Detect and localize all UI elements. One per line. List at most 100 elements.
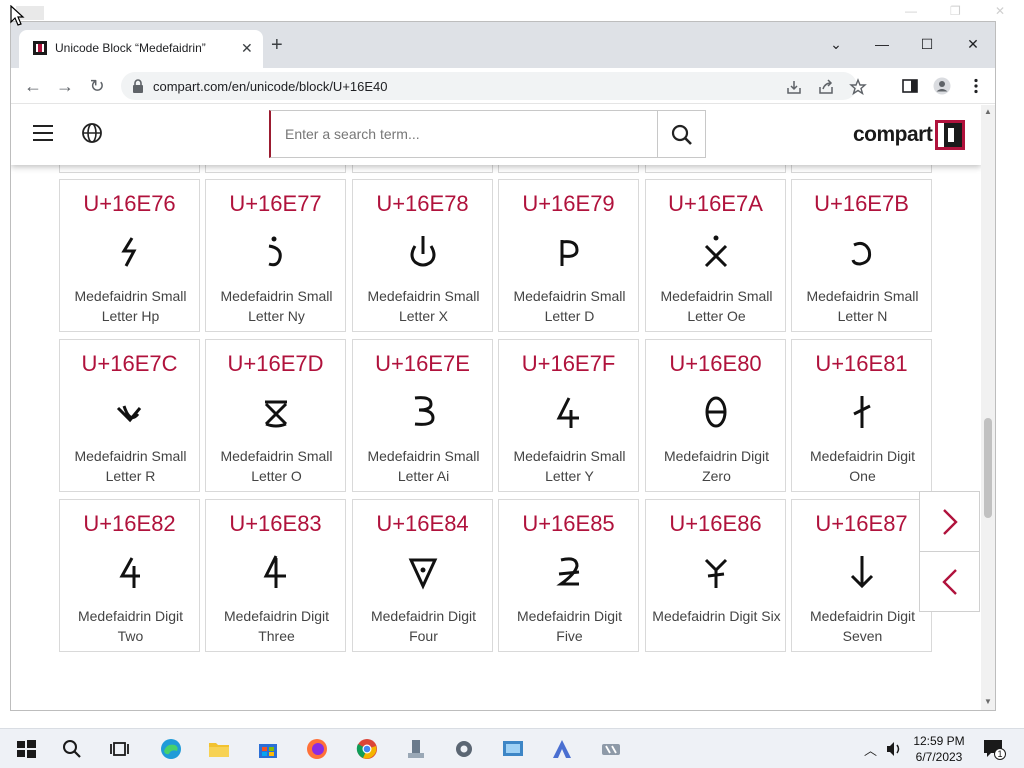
volume-icon[interactable] xyxy=(884,739,904,759)
character-cell[interactable]: U+16E80 Medefaidrin Digit Zero xyxy=(645,339,786,492)
code-point-link[interactable]: U+16E7C xyxy=(60,351,199,377)
edge-browser-icon[interactable] xyxy=(159,737,183,761)
tab-search-chevron-icon[interactable]: ⌄ xyxy=(826,34,846,54)
code-point-link[interactable]: U+16E82 xyxy=(60,511,199,537)
character-cell[interactable]: U+16E83 Medefaidrin Digit Three xyxy=(205,499,346,652)
bookmark-star-icon[interactable] xyxy=(849,78,867,96)
microsoft-store-icon[interactable] xyxy=(256,737,280,761)
code-point-link[interactable]: U+16E7B xyxy=(792,191,931,217)
code-point-link[interactable]: U+16E7E xyxy=(353,351,492,377)
clock-date: 6/7/2023 xyxy=(915,750,963,764)
browser-window: Unicode Block “Medefaidrin” ✕ + ⌄ — ☐ ✕ … xyxy=(10,21,996,711)
address-bar[interactable]: compart.com/en/unicode/block/U+16E40 xyxy=(121,72,867,100)
site-search-box xyxy=(269,110,706,158)
character-cell[interactable]: U+16E87 Medefaidrin Digit Seven xyxy=(791,499,932,652)
code-point-link[interactable]: U+16E76 xyxy=(60,191,199,217)
character-cell[interactable]: U+16E7D Medefaidrin Small Letter O xyxy=(205,339,346,492)
next-page-button[interactable] xyxy=(919,491,980,552)
new-tab-button[interactable]: + xyxy=(271,35,283,55)
reload-button[interactable]: ↻ xyxy=(85,74,109,98)
code-point-link[interactable]: U+16E7D xyxy=(206,351,345,377)
code-point-link[interactable]: U+16E87 xyxy=(792,511,931,537)
tab-medefaidrin[interactable]: Unicode Block “Medefaidrin” ✕ xyxy=(19,30,263,68)
character-cell[interactable]: U+16E7C Medefaidrin Small Letter R xyxy=(59,339,200,492)
site-header: compart xyxy=(11,105,981,165)
glyph-four-icon xyxy=(408,558,437,590)
profile-avatar-icon[interactable] xyxy=(933,77,951,95)
code-point-link[interactable]: U+16E7A xyxy=(646,191,785,217)
code-point-link[interactable]: U+16E85 xyxy=(499,511,638,537)
character-cell[interactable]: U+16E86 Medefaidrin Digit Six xyxy=(645,499,786,652)
character-name: Medefaidrin Small Letter Y xyxy=(513,448,626,484)
character-cell[interactable]: U+16E76 Medefaidrin Small Letter Hp xyxy=(59,179,200,332)
hamburger-menu-icon[interactable] xyxy=(33,125,53,141)
lock-icon xyxy=(133,79,143,93)
character-name: Medefaidrin Small Letter O xyxy=(220,448,333,484)
settings-gear-icon[interactable] xyxy=(452,737,476,761)
code-point-link[interactable]: U+16E81 xyxy=(792,351,931,377)
glyph-three-icon xyxy=(263,555,286,588)
character-cell[interactable]: U+16E82 Medefaidrin Digit Two xyxy=(59,499,200,652)
file-explorer-icon[interactable] xyxy=(207,737,231,761)
maximize-button[interactable]: ☐ xyxy=(917,34,937,54)
chrome-icon[interactable] xyxy=(355,737,379,761)
scrollbar-thumb[interactable] xyxy=(984,418,992,518)
code-point-link[interactable]: U+16E77 xyxy=(206,191,345,217)
search-icon xyxy=(671,124,692,145)
character-cell[interactable]: U+16E7B Medefaidrin Small Letter N xyxy=(791,179,932,332)
character-cell[interactable]: U+16E84 Medefaidrin Digit Four xyxy=(352,499,493,652)
glyph-hp-icon xyxy=(120,237,136,267)
back-button[interactable]: ← xyxy=(21,74,45,98)
control-panel-icon[interactable] xyxy=(501,737,525,761)
taskbar-clock[interactable]: 12:59 PM 6/7/2023 xyxy=(906,733,972,765)
browser-menu-icon[interactable] xyxy=(967,77,985,95)
code-point-link[interactable]: U+16E7F xyxy=(499,351,638,377)
character-cell[interactable]: U+16E79 Medefaidrin Small Letter D xyxy=(498,179,639,332)
code-point-link[interactable]: U+16E83 xyxy=(206,511,345,537)
search-taskbar-icon[interactable] xyxy=(60,737,84,761)
side-panel-icon[interactable] xyxy=(901,77,919,95)
glyph-ai-icon xyxy=(414,396,435,426)
chevron-right-icon xyxy=(943,509,958,535)
character-cell[interactable]: U+16E7F Medefaidrin Small Letter Y xyxy=(498,339,639,492)
language-globe-icon[interactable] xyxy=(81,122,103,144)
previous-page-button[interactable] xyxy=(919,551,980,612)
character-cell[interactable]: U+16E85 Medefaidrin Digit Five xyxy=(498,499,639,652)
scroll-up-icon[interactable]: ▲ xyxy=(983,107,993,117)
character-cell[interactable]: U+16E81 Medefaidrin Digit One xyxy=(791,339,932,492)
task-view-icon[interactable] xyxy=(107,737,131,761)
close-window-button[interactable]: ✕ xyxy=(963,34,983,54)
character-cell[interactable]: U+16E78 Medefaidrin Small Letter X xyxy=(352,179,493,332)
forward-button[interactable]: → xyxy=(53,74,77,98)
mouse-cursor-icon xyxy=(10,5,25,26)
minimize-button[interactable]: — xyxy=(872,34,892,54)
character-name: Medefaidrin Digit Seven xyxy=(809,608,916,644)
code-point-link[interactable]: U+16E80 xyxy=(646,351,785,377)
app-a-icon[interactable] xyxy=(550,737,574,761)
search-button[interactable] xyxy=(657,111,705,157)
code-point-link[interactable]: U+16E86 xyxy=(646,511,785,537)
firefox-icon[interactable] xyxy=(305,737,329,761)
character-cell[interactable]: U+16E7A Medefaidrin Small Letter Oe xyxy=(645,179,786,332)
glyph-two-icon xyxy=(118,557,140,588)
character-cell[interactable]: U+16E7E Medefaidrin Small Letter Ai xyxy=(352,339,493,492)
character-cell[interactable]: U+16E77 Medefaidrin Small Letter Ny xyxy=(205,179,346,332)
search-input[interactable] xyxy=(285,124,645,144)
tab-strip: Unicode Block “Medefaidrin” ✕ + ⌄ — ☐ ✕ xyxy=(11,22,995,68)
app-pair-icon[interactable] xyxy=(599,737,623,761)
show-hidden-icons-chevron-icon[interactable]: ︿ xyxy=(864,740,877,759)
code-point-link[interactable]: U+16E84 xyxy=(353,511,492,537)
system-info-icon[interactable] xyxy=(404,737,428,761)
install-app-icon[interactable] xyxy=(785,78,803,96)
code-point-link[interactable]: U+16E78 xyxy=(353,191,492,217)
notification-count-badge: 1 xyxy=(994,748,1006,760)
tab-close-button[interactable]: ✕ xyxy=(241,41,253,55)
page-scrollbar[interactable]: ▲ ▼ xyxy=(981,105,995,710)
compart-favicon-icon xyxy=(33,41,47,55)
code-point-link[interactable]: U+16E79 xyxy=(499,191,638,217)
character-name: Medefaidrin Digit Zero xyxy=(663,448,770,484)
scroll-down-icon[interactable]: ▼ xyxy=(983,697,993,707)
share-icon[interactable] xyxy=(817,78,835,96)
windows-start-icon[interactable] xyxy=(14,737,38,761)
compart-logo[interactable]: compart xyxy=(853,116,965,150)
